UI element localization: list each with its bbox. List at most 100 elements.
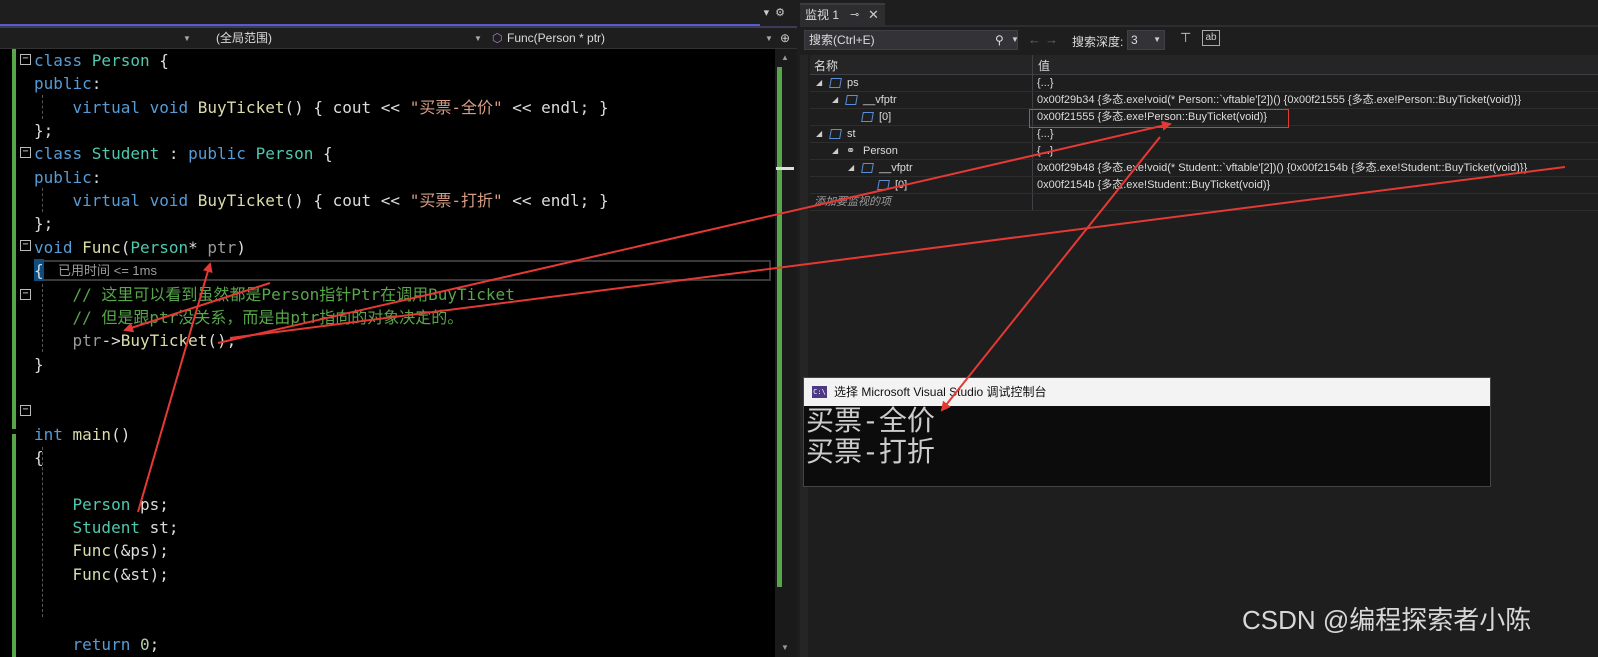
watch-window: 监视 1 ⊸ ✕ 搜索(Ctrl+E) ⚲ ▼ ←→ 搜索深度: 3 ▼ ⊤ a…: [800, 0, 1598, 657]
scroll-down-icon[interactable]: ▼: [781, 643, 789, 652]
fold-toggle-icon[interactable]: −: [20, 240, 31, 251]
code-token: :: [91, 167, 102, 187]
code-line[interactable]: int main(): [34, 423, 130, 446]
scope-dropdown[interactable]: (全局范围): [216, 30, 272, 47]
fold-toggle-icon[interactable]: −: [20, 54, 31, 65]
scrollbar-caret-marker: [776, 167, 794, 170]
code-token: virtual void: [72, 97, 198, 117]
code-line[interactable]: }: [34, 353, 44, 376]
code-line[interactable]: ptr->BuyTicket();: [34, 329, 237, 352]
code-line[interactable]: public:: [34, 72, 101, 95]
chevron-down-icon[interactable]: ▼: [183, 30, 191, 47]
pin-to-source-icon[interactable]: ⊤: [1180, 30, 1196, 46]
code-line[interactable]: class Person {: [34, 49, 169, 72]
pin-icon[interactable]: ⊸: [850, 5, 859, 25]
collapse-triangle-icon[interactable]: ◢: [832, 92, 838, 108]
code-line[interactable]: void Func(Person* ptr): [34, 236, 246, 259]
code-token: int: [34, 424, 73, 444]
watch-row-name: [0]: [879, 111, 892, 123]
search-nav-arrows[interactable]: ←→: [1028, 32, 1062, 47]
column-header-value[interactable]: 值: [1038, 57, 1050, 74]
watch-row[interactable]: [0] 0x00f2154b {多态.exe!Student::BuyTicke…: [810, 177, 1598, 194]
code-line[interactable]: Person ps;: [34, 493, 169, 516]
code-area[interactable]: − − − − − { 已用时间 <= 1ms class Person {pu…: [0, 49, 775, 657]
watch-row-value: {...}: [1037, 77, 1054, 89]
collapse-triangle-icon[interactable]: ◢: [832, 143, 838, 159]
fold-toggle-icon[interactable]: −: [20, 289, 31, 300]
split-view-icon[interactable]: ⊕: [780, 30, 790, 47]
chevron-down-icon[interactable]: ▼: [765, 30, 773, 47]
code-token: {: [313, 144, 333, 164]
search-depth-label: 搜索深度:: [1072, 35, 1124, 49]
collapse-triangle-icon[interactable]: ◢: [816, 126, 822, 142]
chevron-down-icon[interactable]: ▼: [1153, 31, 1161, 49]
code-line[interactable]: };: [34, 212, 53, 235]
code-line[interactable]: public:: [34, 166, 101, 189]
chevron-down-icon[interactable]: ▼: [474, 30, 482, 47]
function-dropdown[interactable]: Func(Person * ptr): [507, 30, 605, 47]
fold-toggle-icon[interactable]: −: [20, 405, 31, 416]
collapse-triangle-icon[interactable]: ◢: [816, 75, 822, 91]
scrollbar-change-marker: [777, 67, 782, 587]
search-depth-value: 3: [1131, 33, 1138, 47]
column-header-name[interactable]: 名称: [814, 57, 838, 74]
object-icon: [861, 163, 874, 173]
code-line[interactable]: {: [34, 446, 44, 469]
code-token: ): [236, 237, 246, 257]
code-editor-pane[interactable]: ▾⚙ ▼ (全局范围) ▼ ⬡ Func(Person * ptr) ▼ ⊕ −…: [0, 0, 797, 657]
fold-toggle-icon[interactable]: −: [20, 147, 31, 158]
perf-tip-elapsed-time[interactable]: 已用时间 <= 1ms: [58, 261, 157, 281]
scroll-up-icon[interactable]: ▲: [781, 53, 789, 62]
code-line[interactable]: Func(&ps);: [34, 539, 169, 562]
object-icon: [845, 95, 858, 105]
watch-row[interactable]: ◢ ⚭ Person {...}: [810, 143, 1598, 160]
change-tracking-bar: [12, 434, 16, 657]
console-output-line: 买票-打折: [806, 435, 935, 468]
code-line[interactable]: Func(&st);: [34, 563, 169, 586]
tab-overflow-gear-icon[interactable]: ▾⚙: [764, 6, 791, 19]
code-line[interactable]: // 这里可以看到虽然都是Person指针Ptr在调用BuyTicket: [34, 283, 515, 306]
console-title-bar[interactable]: C:\ 选择 Microsoft Visual Studio 调试控制台: [804, 378, 1490, 406]
watch-grid[interactable]: 名称 值 ◢ ps {...} ◢ __vfptr 0x00f29b34 {多态…: [810, 55, 1598, 211]
editor-active-tab-indicator: [0, 0, 760, 26]
code-token: << endl; }: [502, 97, 609, 117]
code-line[interactable]: virtual void BuyTicket() { cout << "买票-打…: [34, 189, 609, 212]
code-token: BuyTicket: [197, 191, 285, 211]
chevron-down-icon[interactable]: ▼: [1011, 31, 1019, 49]
tab-watch-1[interactable]: 监视 1 ⊸ ✕: [800, 3, 885, 25]
code-token: ->: [101, 331, 121, 351]
code-line[interactable]: // 但是跟ptr没关系，而是由ptr指向的对象决定的。: [34, 306, 464, 329]
watch-row[interactable]: ◢ st {...}: [810, 126, 1598, 143]
code-token: 0: [139, 634, 150, 654]
search-depth-dropdown[interactable]: 3 ▼: [1127, 30, 1165, 50]
code-line[interactable]: Student st;: [34, 516, 179, 539]
watch-row[interactable]: ◢ ps {...}: [810, 75, 1598, 92]
collapse-triangle-icon[interactable]: ◢: [848, 160, 854, 176]
code-line[interactable]: class Student : public Person {: [34, 142, 333, 165]
watch-grid-header: 名称 值: [810, 55, 1598, 210]
code-line[interactable]: return 0;: [34, 633, 160, 656]
add-watch-row[interactable]: 添加要监视的项: [810, 194, 1598, 211]
watch-search-input[interactable]: 搜索(Ctrl+E) ⚲ ▼: [804, 30, 1019, 50]
code-token: ps;: [130, 494, 169, 514]
search-icon[interactable]: ⚲: [995, 31, 1004, 49]
code-token: (: [120, 237, 131, 257]
close-icon[interactable]: ✕: [868, 5, 879, 25]
code-token: () { cout <<: [284, 97, 410, 117]
debug-console-window[interactable]: C:\ 选择 Microsoft Visual Studio 调试控制台 买票-…: [803, 377, 1491, 487]
editor-navigation-bar: ▼ (全局范围) ▼ ⬡ Func(Person * ptr) ▼ ⊕: [0, 28, 797, 49]
watch-row-name: Person: [863, 145, 898, 157]
code-token: void: [34, 237, 83, 257]
hex-display-icon[interactable]: ab: [1202, 30, 1220, 46]
watch-row[interactable]: ◢ __vfptr 0x00f29b48 {多态.exe!void(* Stud…: [810, 160, 1598, 177]
add-watch-placeholder[interactable]: 添加要监视的项: [814, 194, 891, 210]
code-line[interactable]: virtual void BuyTicket() { cout << "买票-全…: [34, 96, 609, 119]
code-token: BuyTicket: [197, 97, 285, 117]
code-line[interactable]: };: [34, 119, 53, 142]
editor-vertical-scrollbar[interactable]: ▲ ▼: [775, 49, 797, 657]
watch-row[interactable]: ◢ __vfptr 0x00f29b34 {多态.exe!void(* Pers…: [810, 92, 1598, 109]
